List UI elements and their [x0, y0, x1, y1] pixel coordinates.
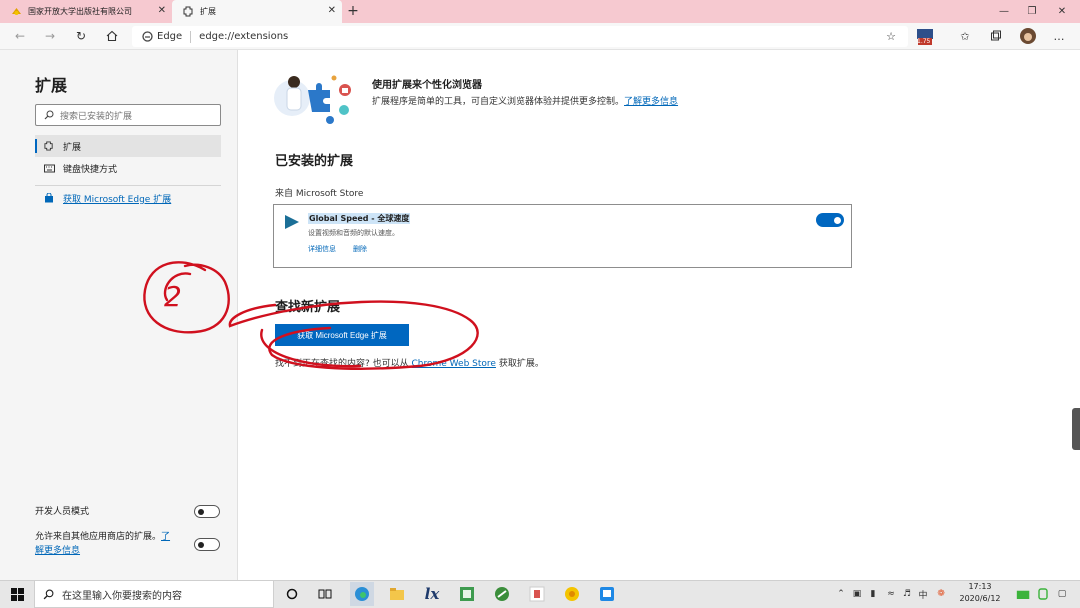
tray-green-icon[interactable]	[1036, 586, 1050, 602]
extension-name: Global Speed - 全球速度	[308, 213, 411, 224]
favorite-star-icon[interactable]: ☆	[882, 27, 900, 45]
divider	[190, 30, 192, 43]
sidebar-item-label: 扩展	[63, 142, 82, 153]
favorites-icon[interactable]: ✩	[956, 27, 974, 45]
hero-title: 使用扩展来个性化浏览器	[372, 80, 482, 91]
badge-count: 1.75	[917, 38, 931, 45]
dev-mode-toggle[interactable]	[194, 505, 220, 518]
other-stores-toggle[interactable]	[194, 538, 220, 551]
blue-app-icon[interactable]	[595, 582, 619, 606]
close-window-button[interactable]: ✕	[1044, 0, 1080, 23]
learn-more-link[interactable]: 了	[161, 532, 170, 542]
network-meter-icon[interactable]: ▇▇	[1012, 586, 1034, 602]
refresh-icon[interactable]: ↻	[72, 27, 90, 45]
site-label: Edge	[157, 31, 183, 42]
edge-taskbar-icon[interactable]	[350, 582, 374, 606]
sidebar-item-shortcuts[interactable]: 键盘快捷方式	[35, 157, 221, 179]
learn-more-link[interactable]: 解更多信息	[35, 546, 80, 556]
sidebar-item-extensions[interactable]: 扩展	[35, 135, 221, 157]
lx-app-icon[interactable]: lx	[420, 582, 444, 606]
tray-app-icon[interactable]: ▣	[850, 586, 864, 602]
learn-more-link[interactable]: 了解更多信息	[624, 97, 678, 107]
avatar[interactable]	[1019, 27, 1037, 45]
hero-desc-text: 扩展程序是简单的工具，可自定义浏览器体验并提供更多控制。	[372, 97, 625, 107]
notification-icon[interactable]: ▢	[1054, 586, 1070, 602]
search-placeholder: 搜索已安装的扩展	[60, 111, 133, 122]
tab-extensions[interactable]: 扩展 ✕	[172, 0, 342, 23]
spreadsheet-app-icon[interactable]	[455, 582, 479, 606]
search-icon	[43, 589, 54, 600]
extension-badge-icon[interactable]: 1.75	[914, 26, 936, 48]
details-link[interactable]: 详细信息	[308, 244, 336, 254]
search-input[interactable]: 搜索已安装的扩展	[35, 104, 221, 126]
installed-heading: 已安装的扩展	[275, 154, 354, 169]
address-bar[interactable]: Edge edge://extensions	[132, 26, 908, 47]
chevron-up-icon[interactable]: ⌃	[834, 586, 848, 602]
hero-illustration	[272, 70, 358, 126]
windows-start-icon[interactable]	[0, 580, 34, 608]
more-menu-icon[interactable]: …	[1050, 27, 1068, 45]
tab-close-icon[interactable]: ✕	[158, 5, 166, 16]
new-tab-button[interactable]: +	[344, 2, 362, 20]
red-app-icon[interactable]	[525, 582, 549, 606]
source-label: 来自 Microsoft Store	[275, 189, 364, 199]
search-icon	[44, 110, 54, 120]
get-extensions-label: 获取 Microsoft Edge 扩展	[63, 194, 172, 205]
url-text: edge://extensions	[199, 31, 289, 42]
collections-icon[interactable]	[987, 27, 1005, 45]
extension-description: 设置视频和音频的默认速度。	[308, 229, 399, 237]
forward-icon[interactable]: →	[41, 27, 59, 45]
hero-description: 扩展程序是简单的工具，可自定义浏览器体验并提供更多控制。了解更多信息	[372, 94, 678, 107]
play-icon	[284, 214, 300, 230]
get-extensions-button[interactable]: 获取 Microsoft Edge 扩展	[275, 324, 409, 346]
taskbar-search-input[interactable]: 在这里输入你要搜索的内容	[34, 580, 274, 608]
yellow-app-icon[interactable]	[560, 582, 584, 606]
dev-mode-label: 开发人员模式	[35, 507, 90, 517]
alt-suffix: 获取扩展。	[498, 359, 544, 369]
sidebar	[0, 50, 238, 580]
tab-title: 国家开放大学出版社有限公司	[28, 7, 132, 16]
green-app-icon[interactable]	[490, 582, 514, 606]
clock-time: 17:13	[968, 582, 992, 591]
wifi-icon[interactable]: ≈	[884, 586, 898, 602]
page-title: 扩展	[35, 76, 68, 95]
sidebar-item-label: 键盘快捷方式	[63, 164, 118, 175]
system-clock[interactable]: 17:13 2020/6/12	[950, 581, 1010, 607]
divider	[35, 185, 221, 186]
task-view-icon[interactable]	[313, 582, 337, 606]
site-favicon-icon	[10, 6, 22, 18]
back-icon[interactable]: ←	[11, 27, 29, 45]
tab-close-icon[interactable]: ✕	[328, 5, 336, 16]
side-panel-handle[interactable]	[1072, 408, 1080, 450]
chrome-store-text: 找不到正在查找的内容? 也可以从 Chrome Web Store 获取扩展。	[275, 356, 544, 369]
store-bag-icon	[43, 192, 55, 204]
ime-indicator[interactable]: 中	[916, 586, 930, 602]
extension-enable-toggle[interactable]	[816, 213, 844, 227]
taskbar-search-placeholder: 在这里输入你要搜索的内容	[62, 590, 182, 602]
chrome-web-store-link[interactable]: Chrome Web Store	[412, 359, 496, 369]
battery-icon[interactable]: ▮	[866, 586, 880, 602]
sogou-ime-icon[interactable]: ❁	[934, 586, 948, 602]
cortana-icon[interactable]	[280, 582, 304, 606]
get-extensions-link[interactable]: 获取 Microsoft Edge 扩展	[35, 187, 221, 209]
home-icon[interactable]	[103, 27, 121, 45]
other-stores-label: 允许来自其他应用商店的扩展。了解更多信息	[35, 530, 187, 558]
extension-icon	[182, 6, 194, 18]
extension-icon	[43, 140, 55, 152]
file-explorer-icon[interactable]	[385, 582, 409, 606]
other-stores-text: 允许来自其他应用商店的扩展。	[35, 532, 162, 542]
edge-icon	[142, 31, 153, 42]
alt-prefix: 找不到正在查找的内容? 也可以从	[275, 359, 409, 369]
clock-date: 2020/6/12	[959, 594, 1001, 603]
remove-link[interactable]: 删除	[353, 244, 367, 254]
tab-publisher[interactable]: 国家开放大学出版社有限公司 ✕	[0, 0, 172, 23]
volume-icon[interactable]: ♬	[900, 586, 914, 602]
find-heading: 查找新扩展	[275, 300, 341, 315]
tab-title: 扩展	[200, 7, 216, 16]
keyboard-icon	[43, 162, 55, 174]
